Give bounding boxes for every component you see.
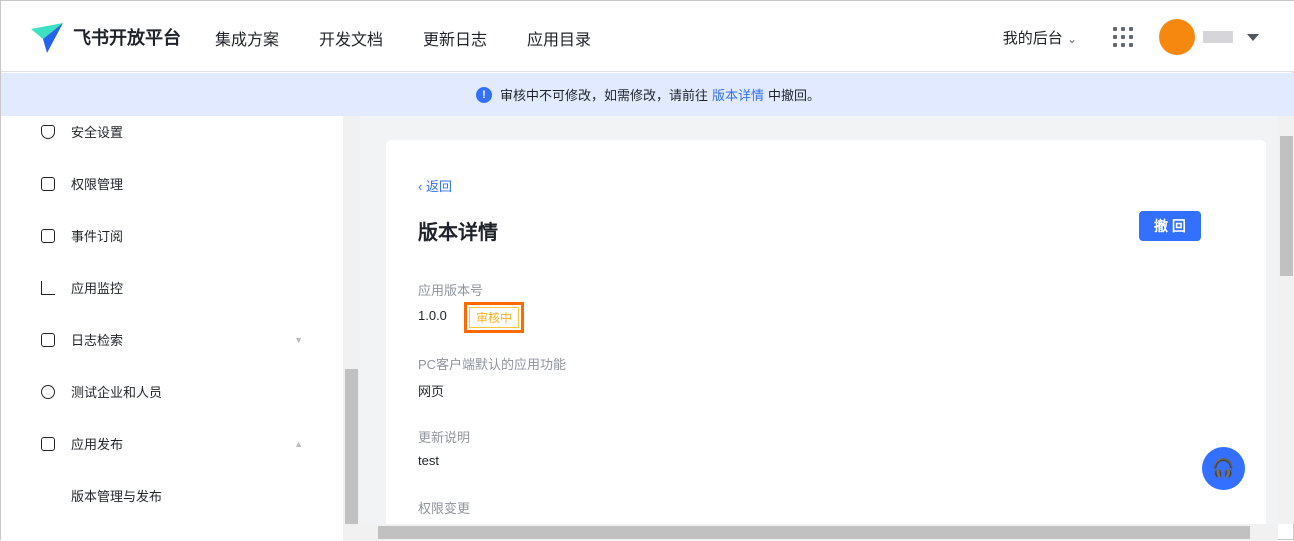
lock-icon xyxy=(41,176,55,191)
banner-text: 审核中不可修改，如需修改，请前往 xyxy=(499,88,708,103)
feishu-logo-icon xyxy=(31,23,63,53)
expand-arrow-icon[interactable]: ▼ xyxy=(294,335,303,345)
user-name-blurred xyxy=(1203,31,1233,43)
sidebar-item-test-users[interactable]: 测试企业和人员 xyxy=(41,382,162,401)
main-scrollbar[interactable] xyxy=(1278,116,1294,524)
release-notes-value: test xyxy=(418,453,439,468)
logo[interactable]: 飞书开放平台 xyxy=(29,19,181,55)
info-icon: ! xyxy=(475,86,492,103)
logo-text: 飞书开放平台 xyxy=(73,28,181,48)
status-text: 审核中 xyxy=(469,307,520,328)
sidebar-item-version-management[interactable]: 版本管理与发布 xyxy=(71,486,162,505)
collapse-arrow-icon[interactable]: ▲ xyxy=(294,439,303,449)
sidebar-item-monitoring[interactable]: 应用监控 xyxy=(41,278,123,297)
top-header: 飞书开放平台 集成方案 开发文档 更新日志 应用目录 我的后台 ⌄ xyxy=(1,1,1294,72)
sidebar-item-label: 版本管理与发布 xyxy=(71,489,163,504)
my-backend-dropdown[interactable]: 我的后台 ⌄ xyxy=(1003,27,1077,48)
sidebar-item-label: 权限管理 xyxy=(71,177,124,192)
users-icon xyxy=(41,384,55,399)
version-detail-link[interactable]: 版本详情 xyxy=(712,85,764,104)
apps-grid-icon[interactable] xyxy=(1113,27,1133,47)
main-content: ‹ 返回 版本详情 撤 回 应用版本号 1.0.0 审核中 PC客户端默认的应用… xyxy=(360,116,1278,540)
review-banner: ! 审核中不可修改，如需修改，请前往 版本详情 中撤回。 xyxy=(1,73,1294,116)
sidebar-item-security[interactable]: 安全设置 xyxy=(41,122,123,141)
sidebar-item-logs[interactable]: 日志检索 ▼ xyxy=(41,330,303,349)
version-label: 应用版本号 xyxy=(418,283,484,298)
headset-support-icon[interactable]: 🎧 xyxy=(1202,447,1245,490)
sidebar-item-permissions[interactable]: 权限管理 xyxy=(41,174,123,193)
nav-docs[interactable]: 开发文档 xyxy=(319,26,383,50)
chevron-left-icon: ‹ xyxy=(418,179,426,194)
permission-changes-label: 权限变更 xyxy=(418,501,471,516)
sidebar: 安全设置 权限管理 事件订阅 应用监控 日志检索 ▼ 测试企业和人员 应用发布 ▲ … xyxy=(1,116,343,541)
sidebar-item-label: 应用监控 xyxy=(71,281,124,296)
nav-changelog[interactable]: 更新日志 xyxy=(423,26,487,50)
nav-app-directory[interactable]: 应用目录 xyxy=(527,26,591,50)
version-detail-card: ‹ 返回 版本详情 撤 回 应用版本号 1.0.0 审核中 PC客户端默认的应用… xyxy=(386,140,1266,540)
sidebar-item-publish[interactable]: 应用发布 ▲ xyxy=(41,434,303,453)
version-value: 1.0.0 xyxy=(418,308,447,323)
release-notes-label: 更新说明 xyxy=(418,430,471,445)
sidebar-item-label: 测试企业和人员 xyxy=(71,385,163,400)
log-search-icon xyxy=(41,332,55,347)
page-title: 版本详情 xyxy=(418,222,498,244)
caret-down-icon[interactable] xyxy=(1247,33,1259,41)
line-chart-icon xyxy=(41,280,55,295)
sidebar-scrollbar[interactable] xyxy=(343,116,360,541)
sidebar-item-label: 安全设置 xyxy=(71,125,124,140)
sidebar-item-events[interactable]: 事件订阅 xyxy=(41,226,123,245)
withdraw-button[interactable]: 撤 回 xyxy=(1139,211,1201,241)
chevron-down-icon: ⌄ xyxy=(1066,31,1077,46)
status-badge: 审核中 xyxy=(464,302,525,333)
pc-feature-label: PC客户端默认的应用功能 xyxy=(418,357,567,372)
banner-text-end: 中撤回。 xyxy=(768,88,821,103)
back-link[interactable]: ‹ 返回 xyxy=(418,176,452,195)
pc-feature-value: 网页 xyxy=(418,384,445,399)
sidebar-item-label: 应用发布 xyxy=(71,437,124,452)
plus-box-icon xyxy=(41,228,55,243)
avatar[interactable] xyxy=(1159,19,1195,55)
nav-solutions[interactable]: 集成方案 xyxy=(215,26,279,50)
backend-label: 我的后台 xyxy=(1002,29,1063,47)
shield-icon xyxy=(41,124,55,139)
sidebar-item-label: 日志检索 xyxy=(71,333,124,348)
store-icon xyxy=(41,436,55,451)
sidebar-item-label: 事件订阅 xyxy=(71,229,124,244)
horizontal-scrollbar[interactable] xyxy=(360,524,1278,541)
back-label: 返回 xyxy=(425,179,452,194)
